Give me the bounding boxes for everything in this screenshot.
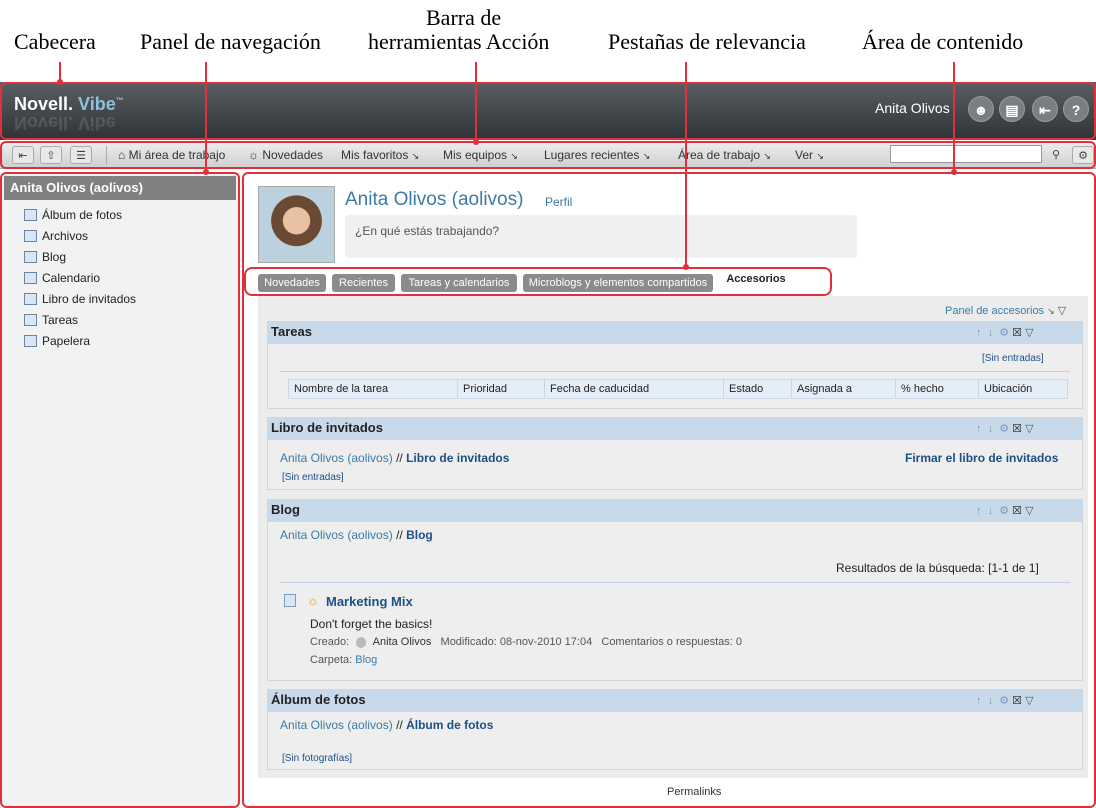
callout-line-toolbar [475,62,477,142]
callout-line-tabs [685,62,687,267]
callout-tabs: Pestañas de relevancia [608,29,806,54]
callout-toolbar-line1: Barra de [426,5,502,30]
tabs-frame [244,267,832,296]
callout-dot [203,169,209,175]
callout-line-nav [205,62,207,172]
callout-line-content [953,62,955,172]
nav-frame [0,172,240,808]
callout-dot [473,139,479,145]
toolbar-frame [0,141,1096,169]
callout-dot [951,169,957,175]
callout-dot [57,79,63,85]
callout-nav: Panel de navegación [140,29,321,54]
header-frame [0,82,1096,140]
callout-toolbar-line2: herramientas Acción [368,29,550,54]
callout-content: Área de contenido [862,29,1024,54]
callout-dot [683,264,689,270]
callout-header: Cabecera [14,29,96,54]
